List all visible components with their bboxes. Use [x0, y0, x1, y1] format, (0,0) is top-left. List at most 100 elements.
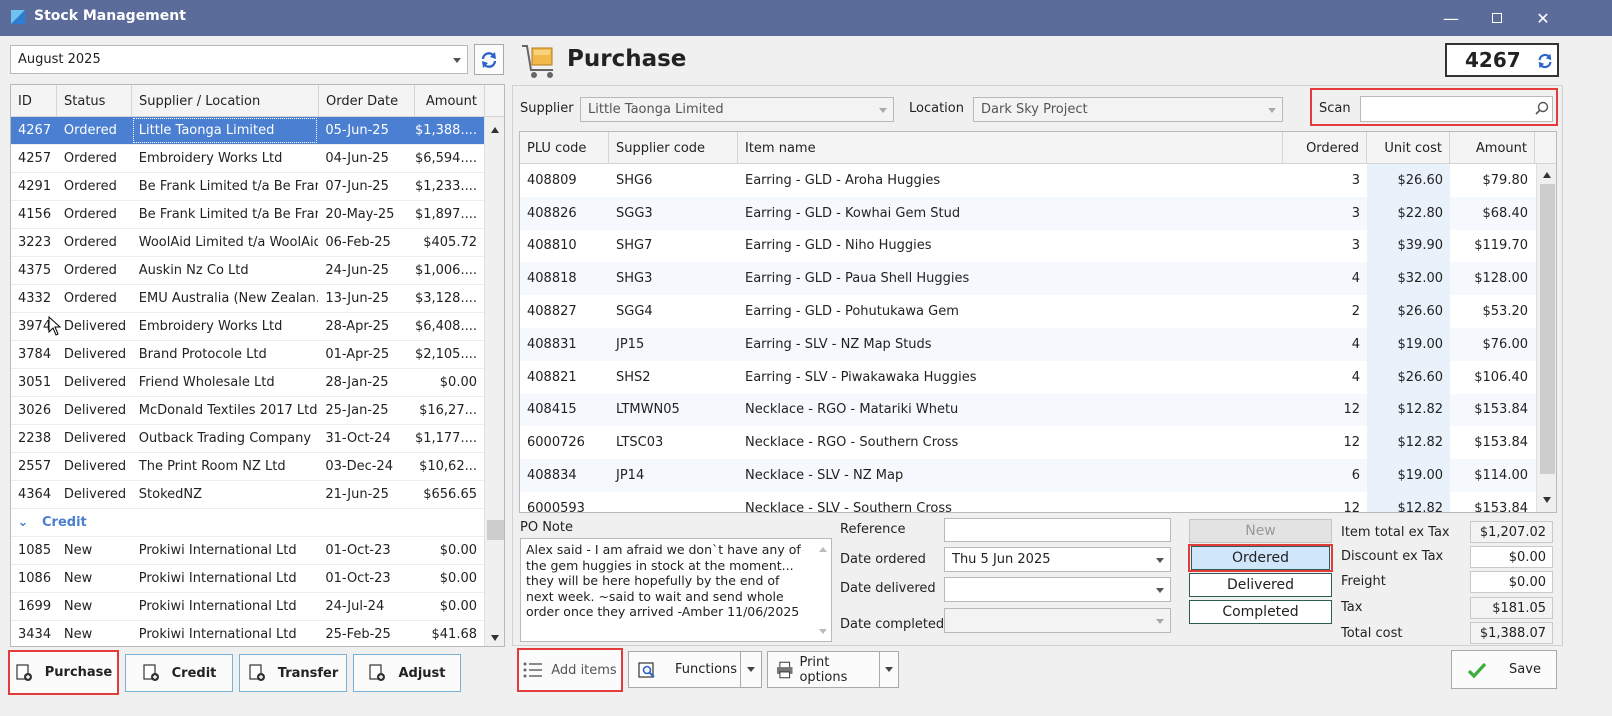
status-ordered-button[interactable]: Ordered: [1191, 546, 1330, 570]
table-row[interactable]: 3974 Delivered Embroidery Works Ltd 28-Apr-…: [11, 313, 484, 341]
po-note-textarea[interactable]: Alex said - I am afraid we don`t have an…: [520, 538, 832, 642]
row-amount: $41.68: [431, 627, 478, 642]
col-supplier-code[interactable]: Supplier code: [609, 132, 738, 164]
print-dropdown-button[interactable]: [879, 651, 899, 688]
table-row[interactable]: 4267 Ordered Little Taonga Limited 05-Jun-2…: [11, 117, 484, 145]
freight-input[interactable]: $0.00: [1470, 571, 1553, 593]
date-completed-select[interactable]: [944, 608, 1171, 633]
table-row[interactable]: 1085 New Prokiwi International Ltd 01-Oct-2…: [11, 537, 484, 565]
save-button[interactable]: Save: [1451, 650, 1557, 689]
row-amount: $10,62...: [419, 459, 477, 474]
table-row[interactable]: 408818 SHG3 Earring - GLD - Paua Shell Hug…: [520, 262, 1536, 296]
item-total-label: Item total ex Tax: [1341, 525, 1450, 540]
row-order-date: 13-Jun-25: [325, 291, 389, 306]
cell-supplier-code: JP14: [616, 468, 645, 484]
purchase-button[interactable]: Purchase: [8, 650, 119, 695]
items-grid[interactable]: PLU code Supplier code Item name Ordered…: [519, 131, 1557, 513]
status-completed-button[interactable]: Completed: [1189, 600, 1332, 624]
orders-grid[interactable]: ID Status Supplier / Location Order Date…: [10, 84, 505, 647]
functions-dropdown-button[interactable]: [740, 651, 762, 688]
orders-scrollbar[interactable]: [484, 117, 504, 646]
cell-item-name: Earring - GLD - Pohutukawa Gem: [745, 304, 959, 320]
period-select[interactable]: August 2025: [10, 45, 468, 74]
table-row[interactable]: 6000593 Necklace - SLV - Southern Cross 12…: [520, 492, 1536, 512]
cell-amount: $114.00: [1474, 468, 1528, 484]
table-row[interactable]: 408827 SGG4 Earring - GLD - Pohutukawa Gem…: [520, 295, 1536, 328]
row-status: Ordered: [63, 291, 117, 306]
table-row[interactable]: 408809 SHG6 Earring - GLD - Aroha Huggies 3…: [520, 164, 1536, 197]
reference-input[interactable]: [944, 518, 1171, 542]
table-row[interactable]: 408834 JP14 Necklace - SLV - NZ Map 6 $19.00…: [520, 459, 1536, 492]
credit-button[interactable]: Credit: [125, 654, 233, 692]
status-delivered-button[interactable]: Delivered: [1189, 573, 1332, 597]
cell-amount: $119.70: [1474, 238, 1528, 254]
row-order-date: 25-Feb-25: [325, 627, 391, 642]
group-label: Credit: [42, 515, 87, 530]
table-row[interactable]: 408831 JP15 Earring - SLV - NZ Map Studs 4 $…: [520, 328, 1536, 361]
table-row[interactable]: 4364 Delivered StokedNZ 21-Jun-25 $656.65: [11, 481, 484, 509]
table-row[interactable]: 4332 Ordered EMU Australia (New Zealan... 1…: [11, 285, 484, 313]
scroll-up-icon: [1543, 172, 1551, 178]
table-row[interactable]: 3051 Delivered Friend Wholesale Ltd 28-Jan-…: [11, 369, 484, 397]
table-row[interactable]: 3223 Ordered WoolAid Limited t/a WoolAid 06…: [11, 229, 484, 257]
reference-label: Reference: [840, 522, 906, 537]
cell-unit-cost: $26.60: [1367, 360, 1450, 394]
table-row[interactable]: 4156 Ordered Be Frank Limited t/a Be Frank…: [11, 201, 484, 229]
table-row[interactable]: 408810 SHG7 Earring - GLD - Niho Huggies 3 $…: [520, 229, 1536, 263]
minimize-icon: —: [1443, 8, 1459, 28]
table-row[interactable]: 2557 Delivered The Print Room NZ Ltd 03-Dec…: [11, 453, 484, 481]
col-amount[interactable]: Amount: [1450, 132, 1535, 164]
scroll-thumb[interactable]: [487, 520, 504, 540]
table-row[interactable]: 408821 SHS2 Earring - SLV - Piwakawaka Hug…: [520, 360, 1536, 394]
table-row[interactable]: 3026 Delivered McDonald Textiles 2017 Ltd 2…: [11, 397, 484, 425]
table-row[interactable]: 4291 Ordered Be Frank Limited t/a Be Frank…: [11, 173, 484, 201]
refresh-button[interactable]: [474, 44, 504, 75]
cell-item-name: Necklace - SLV - NZ Map: [745, 468, 904, 484]
maximize-button[interactable]: [1474, 0, 1520, 36]
col-item-name[interactable]: Item name: [738, 132, 1283, 164]
functions-button[interactable]: Functions: [628, 651, 741, 688]
col-supplier[interactable]: Supplier / Location: [132, 85, 319, 117]
scan-input[interactable]: [1360, 96, 1553, 122]
table-row[interactable]: 3434 New Prokiwi International Ltd 25-Feb-2…: [11, 621, 484, 646]
date-delivered-select[interactable]: [944, 577, 1171, 602]
transfer-button[interactable]: Transfer: [239, 654, 347, 692]
col-amount[interactable]: Amount: [415, 85, 485, 117]
table-row[interactable]: 1086 New Prokiwi International Ltd 01-Oct-2…: [11, 565, 484, 593]
col-plu[interactable]: PLU code: [520, 132, 609, 164]
col-status[interactable]: Status: [57, 85, 132, 117]
add-items-button[interactable]: Add items: [517, 648, 623, 692]
minimize-button[interactable]: —: [1428, 0, 1474, 36]
table-row[interactable]: 408415 LTMWN05 Necklace - RGO - Matariki W…: [520, 393, 1536, 427]
table-row[interactable]: 4257 Ordered Embroidery Works Ltd 04-Jun-25…: [11, 145, 484, 173]
scroll-thumb[interactable]: [1540, 184, 1555, 474]
date-ordered-select[interactable]: Thu 5 Jun 2025: [944, 547, 1171, 572]
table-row[interactable]: 4375 Ordered Auskin Nz Co Ltd 24-Jun-25 $1,0…: [11, 257, 484, 285]
print-options-button[interactable]: Print options: [767, 651, 880, 688]
cell-unit-cost: $22.80: [1367, 196, 1450, 230]
supplier-select[interactable]: Little Taonga Limited: [580, 97, 894, 122]
table-row[interactable]: 1699 New Prokiwi International Ltd 24-Jul-2…: [11, 593, 484, 621]
adjust-button[interactable]: Adjust: [353, 654, 461, 692]
row-order-date: 28-Apr-25: [325, 319, 390, 334]
row-order-date: 24-Jun-25: [325, 263, 389, 278]
table-row[interactable]: 408826 SGG3 Earring - GLD - Kowhai Gem Stu…: [520, 196, 1536, 230]
row-id: 4364: [18, 487, 52, 502]
col-order-date[interactable]: Order Date: [319, 85, 415, 117]
table-row[interactable]: 6000726 LTSC03 Necklace - RGO - Southern C…: [520, 426, 1536, 460]
status-new-button[interactable]: New: [1189, 519, 1332, 543]
table-row[interactable]: 3784 Delivered Brand Protocole Ltd 01-Apr-2…: [11, 341, 484, 369]
refresh-icon[interactable]: [1536, 52, 1554, 70]
col-ordered[interactable]: Ordered: [1283, 132, 1367, 164]
close-button[interactable]: ✕: [1520, 0, 1566, 36]
search-icon[interactable]: [1535, 101, 1549, 115]
location-select[interactable]: Dark Sky Project: [973, 97, 1283, 122]
col-id[interactable]: ID: [11, 85, 57, 117]
items-scrollbar[interactable]: [1536, 164, 1556, 512]
col-unit-cost[interactable]: Unit cost: [1367, 132, 1450, 164]
row-supplier: Prokiwi International Ltd: [138, 627, 297, 642]
discount-input[interactable]: $0.00: [1470, 546, 1553, 568]
group-header-credit[interactable]: ⌄ Credit: [11, 509, 484, 537]
date-completed-label: Date completed: [840, 617, 945, 632]
table-row[interactable]: 2238 Delivered Outback Trading Company 31-O…: [11, 425, 484, 453]
